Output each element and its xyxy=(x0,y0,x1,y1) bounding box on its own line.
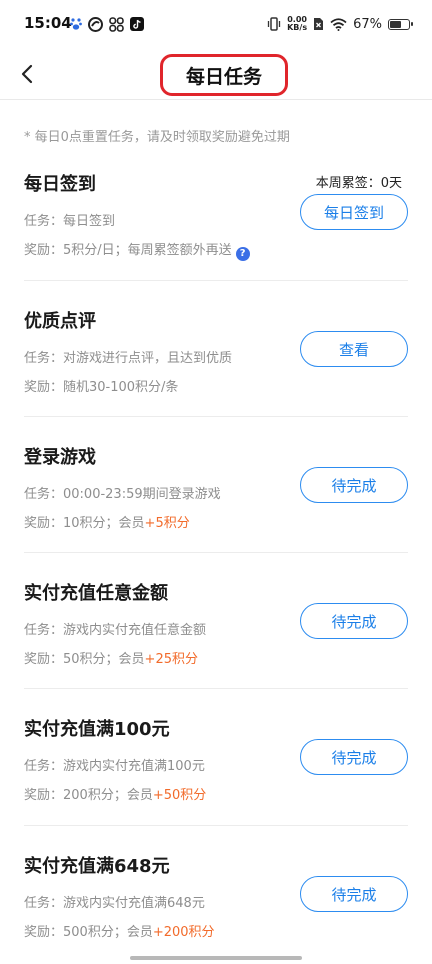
system-status: 0.00 KB/s 67% xyxy=(267,14,413,34)
pending-button[interactable]: 待完成 xyxy=(300,467,408,503)
pending-button[interactable]: 待完成 xyxy=(300,876,408,912)
task-title: 登录游戏 xyxy=(24,447,96,468)
divider xyxy=(24,280,408,281)
task-reward-text: 奖励：50积分；会员 xyxy=(24,652,145,667)
nav-bar: 每日任务 xyxy=(0,48,432,100)
task-title: 实付充值满648元 xyxy=(24,856,170,877)
member-bonus: +5积分 xyxy=(144,516,190,531)
task-reward-text: 奖励：200积分；会员 xyxy=(24,788,153,803)
task-reward: 奖励：5积分/日；每周累签额外再送? xyxy=(24,239,250,261)
view-button[interactable]: 查看 xyxy=(300,331,408,367)
tiktok-icon xyxy=(130,17,144,31)
task-reward: 奖励：10积分；会员+5积分 xyxy=(24,512,190,531)
reset-notice: * 每日0点重置任务，请及时领取奖励避免过期 xyxy=(24,130,290,145)
network-speed: 0.00 KB/s xyxy=(287,16,307,32)
pending-button[interactable]: 待完成 xyxy=(300,603,408,639)
notification-icons xyxy=(70,14,144,34)
back-arrow-icon[interactable] xyxy=(14,60,42,88)
task-description-text: 任务：游戏内实付充值满648元 xyxy=(24,896,205,911)
member-bonus: +25积分 xyxy=(144,652,198,667)
battery-percent: 67% xyxy=(353,16,382,32)
task-description-text: 任务：游戏内实付充值任意金额 xyxy=(24,623,207,638)
divider xyxy=(24,552,408,553)
task-title: 实付充值任意金额 xyxy=(24,583,168,604)
divider xyxy=(24,688,408,689)
member-bonus: +50积分 xyxy=(152,788,207,803)
paw-icon xyxy=(70,18,82,30)
task-description-text: 任务：00:00-23:59期间登录游戏 xyxy=(24,487,221,502)
task-title: 优质点评 xyxy=(24,311,96,332)
task-reward-text: 奖励：500积分；会员 xyxy=(24,925,153,940)
title-highlight: 每日任务 xyxy=(160,54,288,96)
network-speed-unit: KB/s xyxy=(287,23,308,32)
status-bar: 15:04 0.00 KB/s 67% xyxy=(0,0,432,48)
task-description: 任务：游戏内实付充值满100元 xyxy=(24,755,205,774)
daily-checkin-button[interactable]: 每日签到 xyxy=(300,194,408,230)
page-title: 每日任务 xyxy=(185,65,262,88)
task-description: 任务：每日签到 xyxy=(24,210,115,229)
task-description: 任务：游戏内实付充值任意金额 xyxy=(24,619,206,638)
status-time: 15:04 xyxy=(24,14,72,32)
task-reward: 奖励：200积分；会员+50积分 xyxy=(24,784,206,803)
task-title: 每日签到 xyxy=(24,174,96,195)
task-description: 任务：00:00-23:59期间登录游戏 xyxy=(24,483,221,502)
task-description-text: 任务：游戏内实付充值满100元 xyxy=(24,759,205,774)
task-description-text: 任务：每日签到 xyxy=(24,214,116,229)
task-description: 任务：对游戏进行点评，且达到优质 xyxy=(24,347,232,366)
task-reward: 奖励：随机30-100积分/条 xyxy=(24,376,178,395)
help-icon[interactable]: ? xyxy=(235,247,250,261)
no-sim-icon xyxy=(314,18,324,30)
task-reward-text: 奖励：随机30-100积分/条 xyxy=(24,380,179,395)
member-bonus: +200积分 xyxy=(152,925,215,940)
battery-fill xyxy=(390,20,402,28)
divider xyxy=(24,416,408,417)
battery-icon xyxy=(388,18,413,30)
clover-icon xyxy=(109,16,124,32)
task-reward-text: 奖励：10积分；会员 xyxy=(24,516,145,531)
task-reward-text: 奖励：5积分/日；每周累签额外再送 xyxy=(24,243,232,258)
vibrate-icon xyxy=(267,17,281,31)
swirl-icon xyxy=(88,16,103,32)
task-title: 实付充值满100元 xyxy=(24,719,170,740)
wifi-icon xyxy=(330,17,347,31)
pending-button[interactable]: 待完成 xyxy=(300,739,408,775)
task-description-text: 任务：对游戏进行点评，且达到优质 xyxy=(24,351,233,366)
home-indicator[interactable] xyxy=(130,956,302,960)
task-reward: 奖励：500积分；会员+200积分 xyxy=(24,921,215,940)
task-description: 任务：游戏内实付充值满648元 xyxy=(24,892,205,911)
divider xyxy=(24,825,408,826)
task-reward: 奖励：50积分；会员+25积分 xyxy=(24,648,198,667)
weekly-checkin-count: 本周累签：0天 xyxy=(315,176,402,191)
